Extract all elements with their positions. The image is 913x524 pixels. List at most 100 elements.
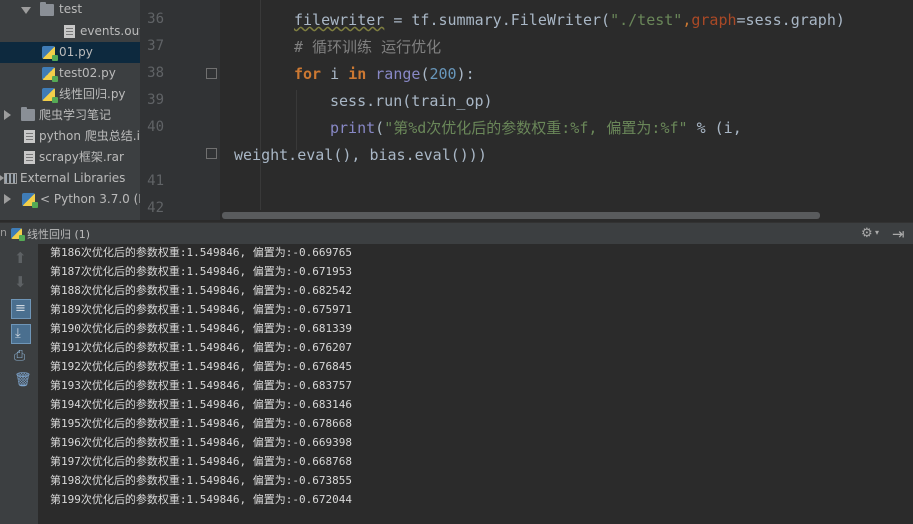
tree-item-label: events.out	[80, 24, 140, 38]
tree-item-label: 爬虫学习笔记	[39, 108, 112, 122]
code-token: "./test"	[610, 11, 683, 29]
folder-icon	[21, 107, 35, 121]
scroll-to-end-icon: ⤓	[15, 326, 21, 341]
fold-icon[interactable]	[206, 148, 217, 159]
tree-item-label: External Libraries	[20, 171, 126, 185]
python-run-icon	[11, 228, 25, 241]
code-line-37[interactable]: # 循环训练 运行优化	[294, 37, 441, 57]
console-line: 第193次优化后的参数权重:1.549846, 偏置为:-0.683757	[50, 379, 352, 392]
code-line-40[interactable]: print("第%d次优化后的参数权重:%f, 偏置为:%f" % (i,	[330, 118, 742, 138]
run-panel-header: n 线性回归 (1) ⚙ ▾ ⇥	[0, 222, 913, 244]
console-line: 第189次优化后的参数权重:1.549846, 偏置为:-0.675971	[50, 303, 352, 316]
scroll-to-end-button[interactable]: ⤓	[11, 324, 31, 344]
arrow-down-icon: ⬇	[14, 273, 27, 291]
console-line: 第197次优化后的参数权重:1.549846, 偏置为:-0.668768	[50, 455, 352, 468]
console-line: 第196次优化后的参数权重:1.549846, 偏置为:-0.669398	[50, 436, 352, 449]
chevron-right-icon[interactable]	[4, 110, 11, 120]
code-token: for	[294, 65, 322, 83]
line-number: 41	[147, 173, 164, 189]
scroll-up-button[interactable]: ⬆	[11, 249, 31, 270]
console-line: 第186次优化后的参数权重:1.549846, 偏置为:-0.669765	[50, 246, 352, 259]
tree-item-linear-regression-py[interactable]: 线性回归.py	[0, 84, 140, 105]
python-file-icon	[42, 88, 58, 103]
code-line-39[interactable]: sess.run(train_op)	[330, 91, 493, 111]
console-line: 第199次优化后的参数权重:1.549846, 偏置为:-0.672044	[50, 493, 352, 506]
line-number: 36	[147, 11, 164, 27]
text-file-icon	[24, 130, 35, 143]
python-file-icon	[42, 46, 58, 61]
soft-wrap-icon: ≡	[15, 301, 26, 316]
line-number: 38	[147, 65, 164, 81]
code-line-38[interactable]: for i in range(200):	[294, 64, 475, 84]
tree-item-01-py[interactable]: 01.py	[0, 42, 140, 63]
chevron-right-icon[interactable]	[4, 194, 11, 204]
console-line: 第187次优化后的参数权重:1.549846, 偏置为:-0.671953	[50, 265, 352, 278]
arrow-up-icon: ⬆	[14, 249, 27, 267]
tree-item-label: test02.py	[59, 66, 116, 80]
tree-item-external-libraries[interactable]: External Libraries	[0, 168, 140, 189]
console-line: 第188次优化后的参数权重:1.549846, 偏置为:-0.682542	[50, 284, 352, 297]
printer-icon: ⎙	[14, 348, 26, 364]
tree-item-spider-summary[interactable]: python 爬虫总结.i	[0, 126, 140, 147]
hide-panel-icon[interactable]: ⇥	[892, 225, 905, 243]
project-tree: test events.out 01.py test02.py 线性回归.py …	[0, 0, 140, 220]
line-number: 39	[147, 92, 164, 108]
tree-item-test-folder[interactable]: test	[0, 0, 140, 21]
scroll-down-button[interactable]: ⬇	[11, 273, 31, 294]
tree-item-label: python 爬虫总结.i	[39, 129, 140, 143]
code-token: % (i,	[687, 119, 742, 137]
chevron-down-icon[interactable]: ▾	[875, 228, 879, 237]
trash-icon: 🗑	[14, 372, 32, 388]
tree-item-scrapy-rar[interactable]: scrapy框架.rar	[0, 147, 140, 168]
code-token: ):	[456, 65, 475, 83]
line-number: 37	[147, 38, 164, 54]
code-token: "第%d次优化后的参数权重:%f, 偏置为:%f"	[384, 119, 688, 137]
editor-horizontal-scrollbar[interactable]	[222, 212, 820, 219]
console-line: 第195次优化后的参数权重:1.549846, 偏置为:-0.678668	[50, 417, 352, 430]
tree-item-label: 线性回归.py	[59, 87, 126, 101]
clear-all-button[interactable]: 🗑	[11, 372, 32, 392]
tree-item-spider-notes-folder[interactable]: 爬虫学习笔记	[0, 105, 140, 126]
chevron-down-icon[interactable]	[21, 7, 31, 14]
run-toolbar: ⬆ ⬇ ≡ ⤓ ⎙ 🗑	[0, 244, 38, 524]
code-token: = tf.summary.FileWriter(	[384, 11, 611, 29]
code-token: (	[375, 119, 385, 137]
tree-item-label: scrapy框架.rar	[39, 150, 124, 164]
indent-guide	[260, 0, 261, 210]
folder-icon	[40, 2, 54, 16]
code-editor[interactable]: filewriter = tf.summary.FileWriter("./te…	[220, 0, 913, 220]
fold-icon[interactable]	[206, 68, 217, 79]
tree-item-test02-py[interactable]: test02.py	[0, 63, 140, 84]
code-token: 200	[429, 65, 457, 83]
tree-item-python-sdk[interactable]: < Python 3.7.0 (E:	[0, 189, 140, 210]
gear-icon[interactable]: ⚙	[861, 226, 873, 241]
soft-wrap-button[interactable]: ≡	[11, 299, 31, 319]
python-file-icon	[42, 67, 58, 82]
console-line: 第198次优化后的参数权重:1.549846, 偏置为:-0.673855	[50, 474, 352, 487]
console-line: 第191次优化后的参数权重:1.549846, 偏置为:-0.676207	[50, 341, 352, 354]
code-line-36[interactable]: filewriter = tf.summary.FileWriter("./te…	[294, 10, 845, 30]
run-tab-prefix: n	[0, 226, 7, 239]
code-token: i	[321, 65, 349, 83]
tree-item-label: 01.py	[59, 45, 93, 59]
line-number: 42	[147, 200, 164, 216]
print-button[interactable]: ⎙	[11, 348, 31, 368]
code-token: graph	[691, 11, 737, 29]
console-line: 第190次优化后的参数权重:1.549846, 偏置为:-0.681339	[50, 322, 352, 335]
run-tab-title[interactable]: 线性回归 (1)	[27, 226, 90, 242]
python-sdk-icon	[22, 193, 38, 208]
code-token: in	[348, 65, 367, 83]
tree-item-label: < Python 3.7.0 (E:	[40, 192, 140, 206]
text-file-icon	[64, 25, 75, 38]
code-line-40-wrap[interactable]: weight.eval(), bias.eval()))	[234, 145, 487, 165]
code-token: =sess.graph)	[736, 11, 845, 29]
library-icon	[4, 173, 17, 184]
tree-item-events-file[interactable]: events.out	[0, 21, 140, 42]
console-line: 第192次优化后的参数权重:1.549846, 偏置为:-0.676845	[50, 360, 352, 373]
indent-guide	[296, 90, 297, 150]
console-output[interactable]: 第186次优化后的参数权重:1.549846, 偏置为:-0.669765 第1…	[38, 244, 913, 524]
archive-file-icon	[24, 151, 35, 164]
tree-item-label: test	[59, 2, 83, 16]
editor-gutter: 36 37 38 39 40 41 42	[140, 0, 220, 220]
